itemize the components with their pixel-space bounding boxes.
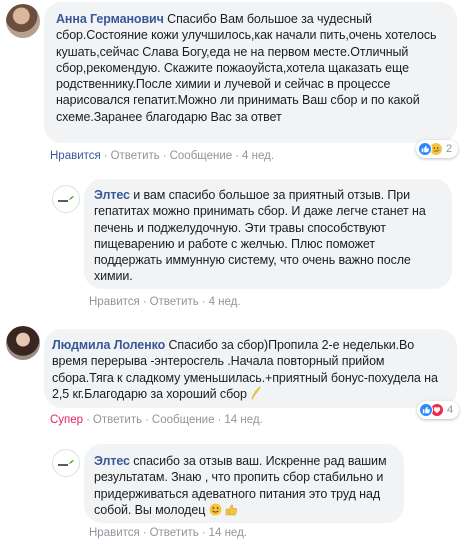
thumbs-up-icon bbox=[225, 503, 238, 520]
page-avatar[interactable] bbox=[52, 185, 80, 213]
comment-text: и вам спасибо большое за приятный отзыв.… bbox=[94, 188, 426, 284]
brand-logo-icon bbox=[58, 196, 74, 202]
timestamp[interactable]: 4 нед. bbox=[209, 296, 241, 308]
comment-bubble: Анна Германович Спасибо Вам большое за ч… bbox=[44, 2, 457, 143]
comment-author[interactable]: Элтес bbox=[94, 454, 130, 468]
comment-author[interactable]: Людмила Лоленко bbox=[52, 338, 165, 352]
comment-actions: Нравится · Ответить · 4 нед. bbox=[89, 296, 241, 308]
comment-text: спасибо за отзыв ваш. Искренне рад вашим… bbox=[94, 454, 387, 517]
reply-button[interactable]: Ответить bbox=[150, 527, 199, 539]
reply-button[interactable]: Ответить bbox=[93, 414, 142, 426]
reaction-count: 2 bbox=[446, 143, 453, 155]
comment-actions: Нравится · Ответить · 14 нед. bbox=[89, 527, 247, 539]
comment-bubble: Элтес и вам спасибо большое за приятный … bbox=[84, 179, 452, 289]
timestamp[interactable]: 4 нед. bbox=[242, 150, 274, 162]
avatar[interactable] bbox=[6, 4, 40, 38]
reply-button[interactable]: Ответить bbox=[150, 296, 199, 308]
comment-author[interactable]: Анна Германович bbox=[56, 12, 164, 26]
reactions-summary[interactable]: 2 bbox=[416, 140, 458, 158]
comment-text: Спасибо Вам большое за чудесный сбор.Сос… bbox=[56, 12, 437, 124]
page-avatar[interactable] bbox=[52, 449, 80, 477]
reactions-summary[interactable]: 4 bbox=[417, 401, 459, 419]
comment-actions: Нравится · Ответить · Сообщение · 4 нед. bbox=[50, 150, 275, 162]
comment-bubble: Людмила Лоленко Спасибо за сбор)Пропила … bbox=[44, 329, 457, 408]
like-button[interactable]: Нравится bbox=[89, 527, 140, 539]
reaction-count: 4 bbox=[447, 404, 454, 416]
message-button[interactable]: Сообщение bbox=[152, 414, 215, 426]
avatar[interactable] bbox=[6, 326, 40, 360]
timestamp[interactable]: 14 нед. bbox=[224, 414, 262, 426]
smile-icon bbox=[209, 503, 222, 520]
comment-author[interactable]: Элтес bbox=[94, 188, 130, 202]
like-button[interactable]: Супер bbox=[50, 414, 83, 426]
like-button[interactable]: Нравится bbox=[50, 150, 101, 162]
brand-logo-icon bbox=[58, 460, 74, 466]
comment-bubble: Элтес спасибо за отзыв ваш. Искренне рад… bbox=[84, 444, 404, 523]
like-icon bbox=[419, 403, 433, 417]
comment-actions: Супер · Ответить · Сообщение · 14 нед. bbox=[50, 414, 263, 426]
like-icon bbox=[418, 142, 432, 156]
timestamp[interactable]: 14 нед. bbox=[209, 527, 247, 539]
message-button[interactable]: Сообщение bbox=[170, 150, 233, 162]
reply-button[interactable]: Ответить bbox=[111, 150, 160, 162]
wheat-icon bbox=[250, 386, 262, 404]
like-button[interactable]: Нравится bbox=[89, 296, 140, 308]
